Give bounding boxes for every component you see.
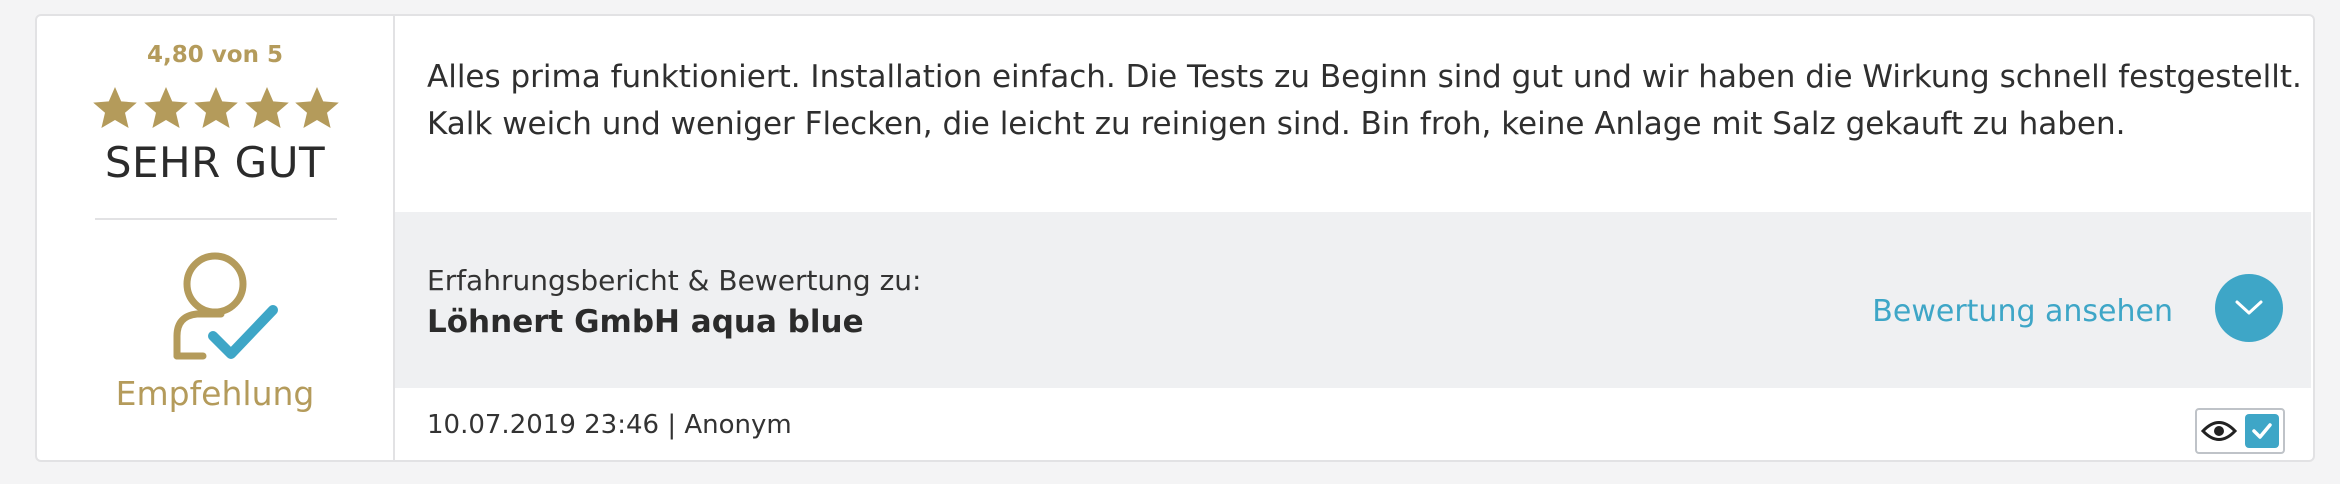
rating-verdict: SEHR GUT — [104, 138, 326, 187]
star-icon — [143, 87, 188, 128]
view-review-link[interactable]: Bewertung ansehen — [1872, 294, 2173, 329]
rating-score: 4,80 von 5 — [147, 42, 283, 68]
review-text: Alles prima funktioniert. Installation e… — [427, 54, 2302, 148]
product-name: Löhnert GmbH aqua blue — [427, 304, 864, 340]
star-icon — [194, 87, 238, 128]
expand-button[interactable] — [2215, 274, 2283, 342]
review-body: Alles prima funktioniert. Installation e… — [395, 16, 2313, 460]
star-icon — [244, 87, 289, 128]
review-meta: 10.07.2019 23:46 | Anonym — [427, 410, 792, 440]
verified-check — [2245, 414, 2279, 448]
chevron-down-icon — [2235, 300, 2263, 315]
divider — [95, 218, 337, 220]
product-section: Erfahrungsbericht & Bewertung zu: Löhner… — [395, 212, 2311, 388]
review-line: Alles prima funktioniert. Installation e… — [427, 59, 2302, 95]
review-card: 4,80 von 5 SEHR GUT Empfehlung Alles pri… — [35, 14, 2315, 462]
review-line: Kalk weich und weniger Flecken, die leic… — [427, 106, 2126, 142]
rating-panel: 4,80 von 5 SEHR GUT Empfehlung — [37, 16, 395, 460]
user-check-icon — [173, 252, 278, 360]
star-icon — [93, 87, 137, 128]
star-rating — [91, 84, 341, 132]
verified-badge[interactable] — [2195, 408, 2285, 454]
about-label: Erfahrungsbericht & Bewertung zu: — [427, 264, 922, 297]
star-icon — [295, 87, 339, 128]
eye-icon — [2201, 421, 2237, 441]
recommendation-label: Empfehlung — [115, 374, 315, 413]
checkmark-icon — [2252, 423, 2272, 439]
